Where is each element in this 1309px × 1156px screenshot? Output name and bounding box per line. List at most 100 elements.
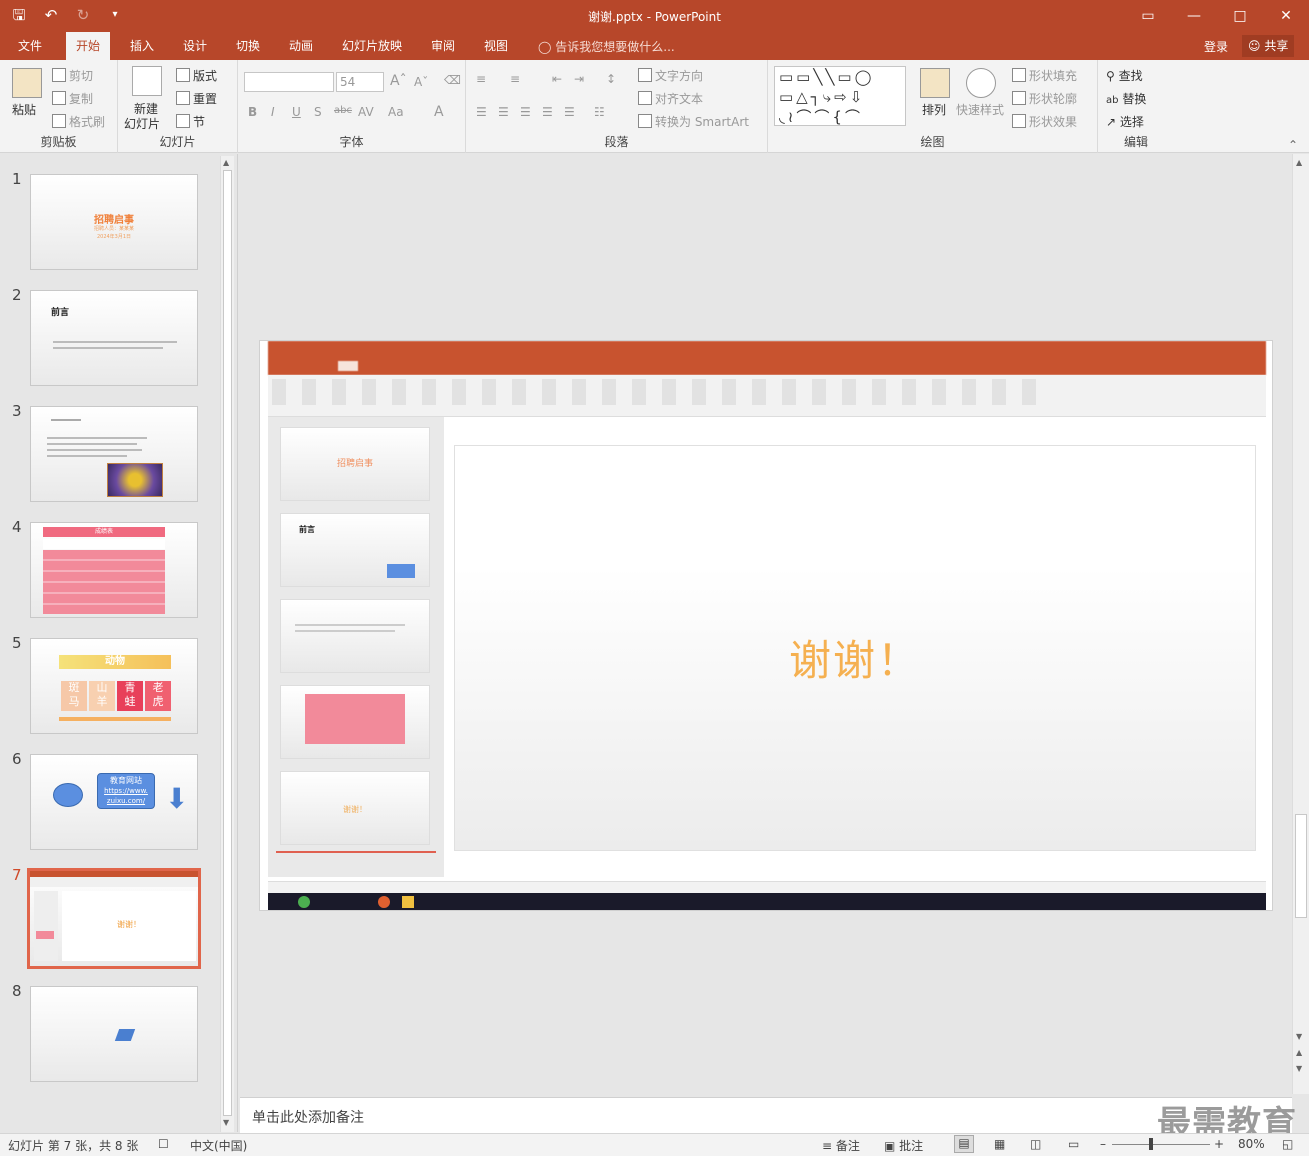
slide-thumbnail-3[interactable]: [30, 406, 198, 502]
thumb3-flower-image: [107, 463, 163, 497]
align-center-icon[interactable]: ☰: [498, 105, 509, 119]
shape-effects-button[interactable]: 形状效果: [1012, 113, 1077, 130]
comments-toggle[interactable]: ▣ 批注: [884, 1137, 923, 1154]
tell-me-search[interactable]: ◯ 告诉我您想要做什么...: [538, 38, 675, 55]
inner-thumb-3-text: [295, 624, 405, 626]
copy-button[interactable]: 复制: [52, 90, 93, 107]
slide-thumbnail-1[interactable]: 招聘启事 招聘人员：某某某 2024年3月1日: [30, 174, 198, 270]
thumbnail-scrollbar[interactable]: ▲ ▼: [220, 156, 234, 1132]
change-case-icon[interactable]: Aa: [388, 105, 404, 119]
inner-app-titlebar: [268, 341, 1266, 375]
thumb6-ellipse: [53, 783, 83, 807]
minimize-button[interactable]: —: [1171, 0, 1217, 32]
slide-thumbnail-5[interactable]: 动物 斑马 山羊 青蛙 老虎: [30, 638, 198, 734]
tab-review[interactable]: 审阅: [421, 32, 465, 60]
tab-insert[interactable]: 插入: [120, 32, 164, 60]
scroll-down-icon[interactable]: ▼: [223, 1118, 229, 1127]
tab-animations[interactable]: 动画: [279, 32, 323, 60]
align-right-icon[interactable]: ☰: [520, 105, 531, 119]
close-button[interactable]: ✕: [1263, 0, 1309, 32]
quick-styles-button[interactable]: 快速样式: [956, 101, 1004, 118]
language-indicator[interactable]: 中文(中国): [190, 1137, 247, 1154]
zoom-slider-thumb[interactable]: [1149, 1138, 1153, 1150]
slide-thumbnail-7[interactable]: 谢谢！: [27, 868, 201, 969]
numbering-icon[interactable]: ≡: [510, 72, 520, 86]
scroll-up-icon[interactable]: ▲: [223, 158, 229, 167]
new-slide-dropdown[interactable]: 幻灯片: [124, 115, 160, 132]
notes-toggle[interactable]: ≡ 备注: [822, 1137, 860, 1154]
tab-design[interactable]: 设计: [173, 32, 217, 60]
decrease-indent-icon[interactable]: ⇤: [552, 72, 562, 86]
cut-button[interactable]: 剪切: [52, 67, 93, 84]
shapes-gallery[interactable]: ▭▭╲╲▭◯ ▭△┐⤷⇨⇩ ◟≀⌒⌒{⌒: [774, 66, 906, 126]
scroll-down-icon[interactable]: ▼: [1296, 1032, 1302, 1041]
share-button[interactable]: ☺ 共享: [1242, 35, 1295, 57]
bold-icon[interactable]: B: [248, 105, 257, 119]
collapse-ribbon-icon[interactable]: ⌃: [1288, 138, 1298, 152]
slide-thumbnail-2[interactable]: 前言: [30, 290, 198, 386]
zoom-out-button[interactable]: –: [1100, 1137, 1106, 1151]
text-direction-label: 文字方向: [655, 69, 704, 83]
current-slide[interactable]: 招聘启事 前言 谢谢！ 谢谢！: [259, 340, 1273, 911]
slideshow-view-icon[interactable]: ▭: [1068, 1137, 1079, 1151]
previous-slide-icon[interactable]: ▲: [1296, 1048, 1302, 1057]
strikethrough-icon[interactable]: abc: [334, 105, 352, 116]
columns-icon[interactable]: ☷: [594, 105, 605, 119]
decrease-font-icon[interactable]: Aˇ: [414, 75, 428, 89]
normal-view-icon[interactable]: ▤: [954, 1135, 974, 1153]
tab-home[interactable]: 开始: [66, 32, 111, 60]
italic-icon[interactable]: I: [271, 105, 275, 119]
layout-button[interactable]: 版式: [176, 67, 217, 84]
select-button[interactable]: ↗ 选择: [1106, 113, 1144, 130]
font-size-field[interactable]: 54: [336, 72, 384, 92]
slide-sorter-icon[interactable]: ▦: [994, 1137, 1005, 1151]
char-spacing-icon[interactable]: AV: [358, 105, 374, 119]
format-painter-button[interactable]: 格式刷: [52, 113, 105, 130]
increase-font-icon[interactable]: Aˆ: [390, 73, 407, 89]
align-left-icon[interactable]: ☰: [476, 105, 487, 119]
distribute-icon[interactable]: ☰: [564, 105, 575, 119]
tab-slideshow[interactable]: 幻灯片放映: [332, 32, 412, 60]
tab-view[interactable]: 视图: [474, 32, 518, 60]
zoom-in-button[interactable]: +: [1214, 1137, 1224, 1151]
ribbon-display-options-button[interactable]: ▭: [1125, 0, 1171, 32]
paste-button[interactable]: 粘贴: [12, 101, 36, 118]
font-color-icon[interactable]: A: [434, 104, 444, 120]
spell-check-icon[interactable]: ☐: [158, 1137, 169, 1151]
increase-indent-icon[interactable]: ⇥: [574, 72, 584, 86]
notes-pane[interactable]: 单击此处添加备注: [240, 1097, 1292, 1133]
justify-icon[interactable]: ☰: [542, 105, 553, 119]
shadow-icon[interactable]: S: [314, 105, 322, 119]
zoom-slider-track[interactable]: [1112, 1144, 1210, 1145]
underline-icon[interactable]: U: [292, 105, 301, 119]
scroll-up-icon[interactable]: ▲: [1296, 158, 1302, 167]
bullets-icon[interactable]: ≡: [476, 72, 486, 86]
maximize-button[interactable]: □: [1217, 0, 1263, 32]
thumbnail-scroll-thumb[interactable]: [223, 170, 232, 1116]
editor-scrollbar[interactable]: ▲ ▼ ▲ ▼: [1292, 154, 1309, 1094]
convert-smartart-button[interactable]: 转换为 SmartArt: [638, 113, 749, 130]
replace-button[interactable]: ab 替换: [1106, 90, 1146, 107]
next-slide-icon[interactable]: ▼: [1296, 1064, 1302, 1073]
sign-in-link[interactable]: 登录: [1204, 38, 1228, 55]
section-button[interactable]: 节: [176, 113, 205, 130]
arrange-button[interactable]: 排列: [922, 101, 946, 118]
clear-format-icon[interactable]: ⌫: [444, 73, 461, 87]
reading-view-icon[interactable]: ◫: [1030, 1137, 1041, 1151]
shape-fill-button[interactable]: 形状填充: [1012, 67, 1077, 84]
font-name-field[interactable]: [244, 72, 334, 92]
editor-scroll-thumb[interactable]: [1295, 814, 1307, 918]
find-button[interactable]: ⚲ 查找: [1106, 67, 1143, 84]
line-spacing-icon[interactable]: ↕: [606, 72, 616, 86]
slide-thumbnail-6[interactable]: 教育网站 https://www. zuixu.com/ ⬇: [30, 754, 198, 850]
reset-button[interactable]: 重置: [176, 90, 217, 107]
tab-transitions[interactable]: 切换: [226, 32, 270, 60]
tab-file[interactable]: 文件: [8, 32, 52, 60]
text-direction-button[interactable]: 文字方向: [638, 67, 703, 84]
align-text-button[interactable]: 对齐文本: [638, 90, 703, 107]
fit-to-window-icon[interactable]: ◱: [1282, 1137, 1293, 1151]
shape-outline-button[interactable]: 形状轮廓: [1012, 90, 1077, 107]
zoom-level[interactable]: 80%: [1238, 1137, 1265, 1151]
slide-thumbnail-4[interactable]: 成绩表: [30, 522, 198, 618]
slide-thumbnail-8[interactable]: [30, 986, 198, 1082]
